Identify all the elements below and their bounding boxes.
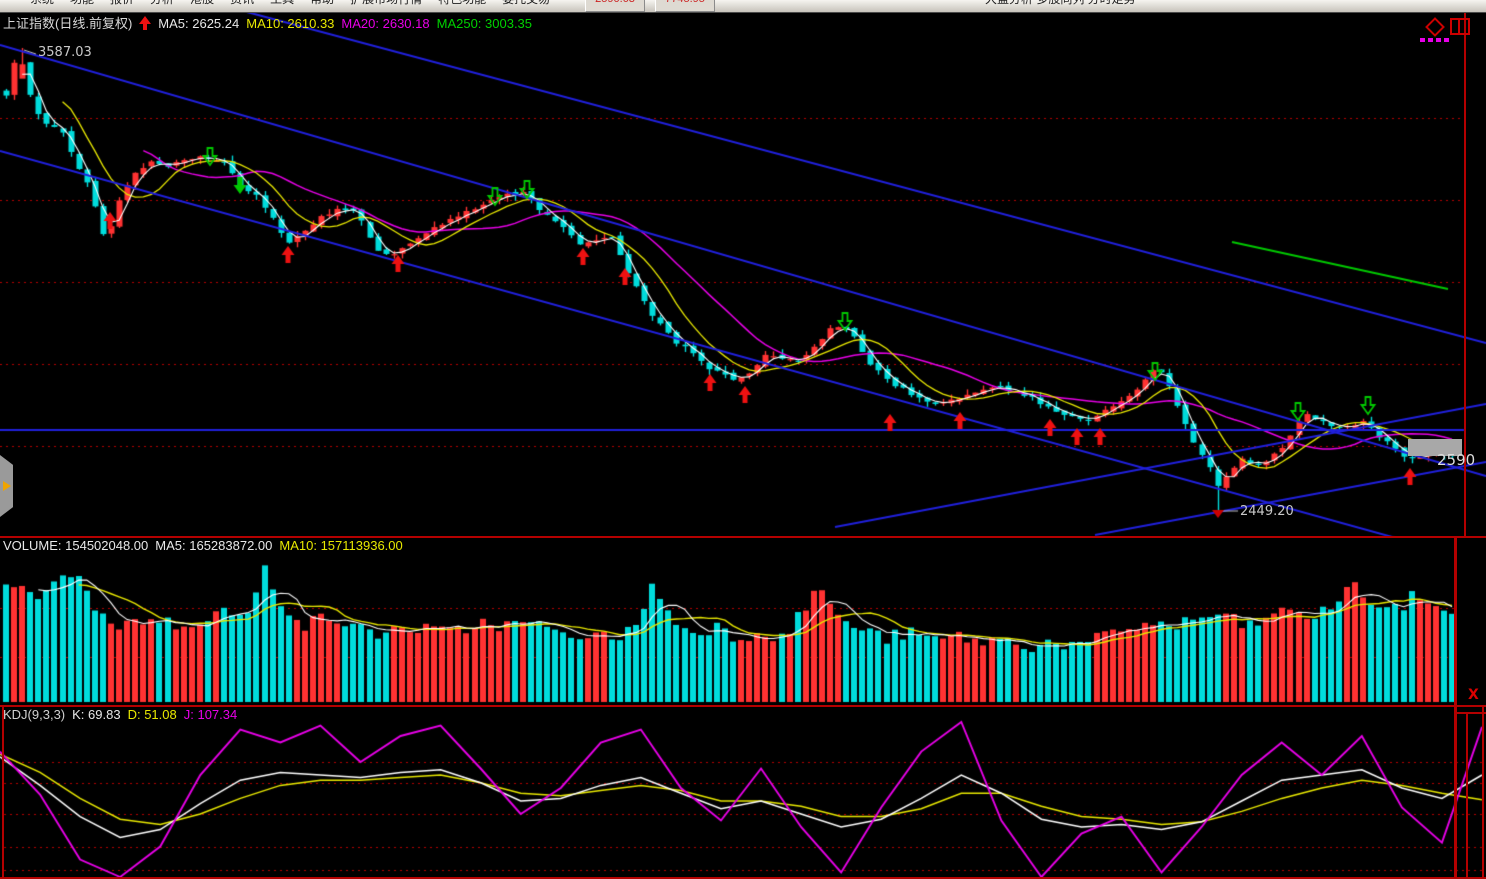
kdj-d-label: D: 51.08 xyxy=(128,707,177,722)
main-chart-header: 上证指数(日线.前复权) MA5: 2625.24 MA10: 2610.33 MA2… xyxy=(3,13,539,32)
high-price-annotation: 3587.03 xyxy=(38,45,92,60)
volume-label: VOLUME: 154502048.00 xyxy=(3,538,148,553)
menu-item[interactable]: 扩展市场行情 xyxy=(350,0,422,7)
lower-right-border xyxy=(1454,537,1457,879)
menu-item[interactable]: 分析 xyxy=(150,0,174,7)
main-chart-pane: 上证指数(日线.前复权) MA5: 2625.24 MA10: 2610.33 MA2… xyxy=(0,12,1486,537)
volume-ma5-label: MA5: 165283872.00 xyxy=(155,538,272,553)
kdj-header: KDJ(9,3,3) K: 69.83 D: 51.08 J: 107.34 xyxy=(3,707,244,722)
kdj-j-label: J: 107.34 xyxy=(184,707,238,722)
volume-canvas[interactable] xyxy=(0,537,1486,706)
ma10-label: MA10: 2610.33 xyxy=(246,16,334,31)
ma20-label: MA20: 2630.18 xyxy=(341,16,429,31)
menu-item[interactable]: 特色功能 xyxy=(438,0,486,7)
kdj-left-border xyxy=(2,706,4,877)
kdj-pane: KDJ(9,3,3) K: 69.83 D: 51.08 J: 107.34 xyxy=(0,706,1486,879)
menu-items[interactable]: 系统 功能 报价 分析 港股 资讯 工具 帮助 扩展市场行情 特色功能 委托交易 xyxy=(30,0,550,7)
menu-item[interactable]: 委托交易 xyxy=(502,0,550,7)
menu-item[interactable]: 帮助 xyxy=(310,0,334,7)
chart-title: 上证指数(日线.前复权) xyxy=(3,16,132,31)
volume-header: VOLUME: 154502048.00 MA5: 165283872.00 MA1… xyxy=(3,538,410,553)
ma250-label: MA250: 3003.35 xyxy=(437,16,532,31)
low-price-annotation: 2449.20 xyxy=(1240,504,1294,519)
volume-ma10-label: MA10: 157113936.00 xyxy=(279,538,402,553)
menu-right-items[interactable]: 大盘分析 多股同列 分时走势 xyxy=(985,0,1136,7)
magenta-dots-icon xyxy=(1420,38,1449,42)
menu-item[interactable]: 资讯 xyxy=(230,0,254,7)
menu-item[interactable]: 功能 xyxy=(70,0,94,7)
kdj-canvas[interactable] xyxy=(0,706,1486,879)
volume-pane: VOLUME: 154502048.00 MA5: 165283872.00 MA1… xyxy=(0,537,1486,706)
kdj-right-border xyxy=(1482,706,1484,877)
menu-bar: 系统 功能 报价 分析 港股 资讯 工具 帮助 扩展市场行情 特色功能 委托交易… xyxy=(0,0,1486,13)
close-pane-button[interactable]: X xyxy=(1468,687,1479,703)
expand-arrow-icon xyxy=(3,481,11,491)
quote-button-1[interactable]: 2590.63 xyxy=(585,0,645,12)
menu-item[interactable]: 港股 xyxy=(190,0,214,7)
menu-item[interactable]: 系统 xyxy=(30,0,54,7)
corner-hline xyxy=(1454,712,1486,714)
kdj-k-label: K: 69.83 xyxy=(72,707,120,722)
kdj-title: KDJ(9,3,3) xyxy=(3,707,65,722)
menu-item[interactable]: 报价 xyxy=(110,0,134,7)
main-chart-canvas[interactable] xyxy=(0,12,1486,537)
corner-vline xyxy=(1466,713,1468,877)
buy-signal-icon xyxy=(139,16,151,30)
last-price-label: 2590 xyxy=(1437,451,1475,469)
window-layout-icon[interactable] xyxy=(1450,18,1470,35)
sidebar-expand-handle[interactable] xyxy=(0,455,13,517)
quote-button-2[interactable]: 7745.95 xyxy=(655,0,715,12)
menu-item[interactable]: 工具 xyxy=(270,0,294,7)
ma5-label: MA5: 2625.24 xyxy=(158,16,239,31)
